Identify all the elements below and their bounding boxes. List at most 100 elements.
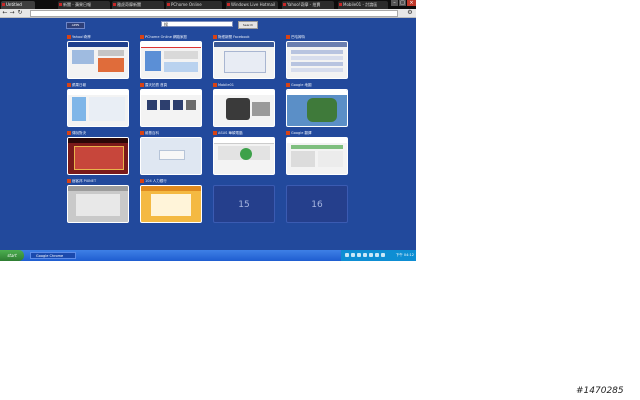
- most-visited-thumbnail[interactable]: Yahoo!奇摩: [67, 34, 129, 79]
- taskbar-item-chrome[interactable]: Google Chrome: [30, 252, 76, 259]
- thumbnail-title: PChome Online 網路家庭: [140, 34, 202, 40]
- thumbnail-preview: [286, 89, 348, 127]
- site-favicon-icon: [140, 131, 144, 135]
- clock: 下午 04:12: [395, 253, 414, 257]
- tab-favicon-icon: [113, 3, 116, 6]
- thumbnail-preview: 16: [286, 185, 348, 223]
- windows-taskbar: start Google Chrome 下午 04:12: [0, 250, 416, 261]
- empty-thumbnail-slot[interactable]: 15: [213, 178, 275, 223]
- site-favicon-icon: [67, 35, 71, 39]
- most-visited-thumbnail[interactable]: 蘋果日報: [67, 82, 129, 127]
- site-favicon-icon: [67, 179, 71, 183]
- tab-0[interactable]: Untitled: [1, 1, 35, 9]
- thumbnail-title: Yahoo!奇摩: [67, 34, 129, 40]
- most-visited-thumbnail[interactable]: 巴哈姆特: [286, 34, 348, 79]
- thumbnail-title-text: Yahoo!奇摩: [72, 35, 91, 39]
- tab-6[interactable]: Mobile01 - 討論區: [338, 1, 388, 9]
- thumbnail-preview: [286, 41, 348, 79]
- close-icon[interactable]: ×: [407, 0, 416, 6]
- thumbnail-preview: [67, 137, 129, 175]
- thumbnail-title: Google 地圖: [286, 82, 348, 88]
- thumbnail-preview: [67, 185, 129, 223]
- tab-favicon-icon: [167, 3, 170, 6]
- most-visited-thumbnail[interactable]: Google 翻譯: [286, 130, 348, 175]
- system-tray: 下午 04:12: [341, 250, 416, 261]
- tray-icon[interactable]: [381, 253, 385, 257]
- tab-2[interactable]: 雅虎奇摩新聞: [112, 1, 164, 9]
- thumbnail-title-text: Google 地圖: [291, 83, 312, 87]
- thumbnail-title-text: 傳說對決: [72, 131, 86, 135]
- back-arrow-icon[interactable]: ←: [2, 9, 8, 17]
- address-bar[interactable]: [30, 10, 398, 17]
- most-visited-thumbnail[interactable]: ASUS 華碩電腦: [213, 130, 275, 175]
- tab-3[interactable]: PChome Online: [166, 1, 222, 9]
- most-visited-thumbnail[interactable]: 104 人力銀行: [140, 178, 202, 223]
- forward-arrow-icon[interactable]: →: [9, 9, 15, 17]
- thumbnail-title-text: 巴哈姆特: [291, 35, 305, 39]
- tab-strip: Untitled 新聞 - 蘋果日報 雅虎奇摩新聞 PChome Online …: [0, 0, 416, 9]
- thumbnail-preview: [67, 41, 129, 79]
- most-visited-thumbnail[interactable]: 財經新聞 Facebook: [213, 34, 275, 79]
- thumbnail-preview: [213, 137, 275, 175]
- most-visited-thumbnail[interactable]: 維基百科: [140, 130, 202, 175]
- search-input[interactable]: 搜: [161, 21, 233, 27]
- most-visited-thumbnail[interactable]: Mobile01: [213, 82, 275, 127]
- thumbnail-title-text: 104 人力銀行: [145, 179, 167, 183]
- browser-toolbar: ← → ↻ ⚙: [0, 9, 416, 18]
- tab-label: PChome Online: [171, 2, 202, 7]
- thumbnail-title: 痞客邦 PIXNET: [67, 178, 129, 184]
- thumbnail-preview: [140, 89, 202, 127]
- empty-thumbnail-slot[interactable]: 16: [286, 178, 348, 223]
- tab-label: 雅虎奇摩新聞: [117, 2, 141, 7]
- tray-icon[interactable]: [357, 253, 361, 257]
- most-visited-thumbnail[interactable]: 露天拍賣 首頁: [140, 82, 202, 127]
- thumbnail-title-text: Google 翻譯: [291, 131, 312, 135]
- thumbnail-title: 財經新聞 Facebook: [213, 34, 275, 40]
- tray-icon[interactable]: [363, 253, 367, 257]
- tab-label: Yahoo!奇摩 - 拍賣: [287, 2, 321, 7]
- thumbnail-title-text: 痞客邦 PIXNET: [72, 179, 97, 183]
- most-visited-thumbnail[interactable]: 傳說對決: [67, 130, 129, 175]
- thumbnail-title: 維基百科: [140, 130, 202, 136]
- minimize-icon[interactable]: –: [391, 0, 398, 6]
- tray-icon[interactable]: [375, 253, 379, 257]
- thumbnail-title-text: PChome Online 網路家庭: [145, 35, 187, 39]
- thumbnail-title: 露天拍賣 首頁: [140, 82, 202, 88]
- start-button[interactable]: start: [0, 250, 24, 261]
- thumbnail-preview: 15: [213, 185, 275, 223]
- tab-1[interactable]: 新聞 - 蘋果日報: [58, 1, 110, 9]
- site-favicon-icon: [213, 83, 217, 87]
- thumbnail-title-text: 維基百科: [145, 131, 159, 135]
- search-button[interactable]: Search: [238, 21, 258, 29]
- most-visited-thumbnail[interactable]: Google 地圖: [286, 82, 348, 127]
- thumbnail-title: 傳說對決: [67, 130, 129, 136]
- tab-favicon-icon: [59, 3, 62, 6]
- most-visited-thumbnail[interactable]: PChome Online 網路家庭: [140, 34, 202, 79]
- tab-favicon-icon: [339, 3, 342, 6]
- site-favicon-icon: [286, 35, 290, 39]
- apps-button[interactable]: APPS: [66, 22, 85, 29]
- reload-icon[interactable]: ↻: [17, 9, 23, 17]
- wrench-icon[interactable]: ⚙: [406, 9, 414, 17]
- thumbnail-preview: [213, 41, 275, 79]
- tray-icon[interactable]: [351, 253, 355, 257]
- thumbnail-preview: [286, 137, 348, 175]
- thumbnail-preview: [140, 137, 202, 175]
- tab-label: Windows Live Hotmail: [231, 2, 276, 7]
- tab-label: Mobile01 - 討論區: [343, 2, 378, 7]
- maximize-icon[interactable]: □: [399, 0, 406, 6]
- site-favicon-icon: [286, 131, 290, 135]
- slot-number: 16: [311, 200, 323, 210]
- tab-4[interactable]: Windows Live Hotmail: [226, 1, 278, 9]
- tab-5[interactable]: Yahoo!奇摩 - 拍賣: [282, 1, 334, 9]
- site-favicon-icon: [140, 179, 144, 183]
- most-visited-thumbnail[interactable]: 痞客邦 PIXNET: [67, 178, 129, 223]
- tab-favicon-icon: [2, 3, 5, 6]
- site-favicon-icon: [67, 131, 71, 135]
- tray-icon[interactable]: [369, 253, 373, 257]
- thumbnail-preview: [140, 41, 202, 79]
- thumbnail-preview: [213, 89, 275, 127]
- thumbnail-title-text: 財經新聞 Facebook: [218, 35, 250, 39]
- tray-icon[interactable]: [345, 253, 349, 257]
- site-favicon-icon: [286, 83, 290, 87]
